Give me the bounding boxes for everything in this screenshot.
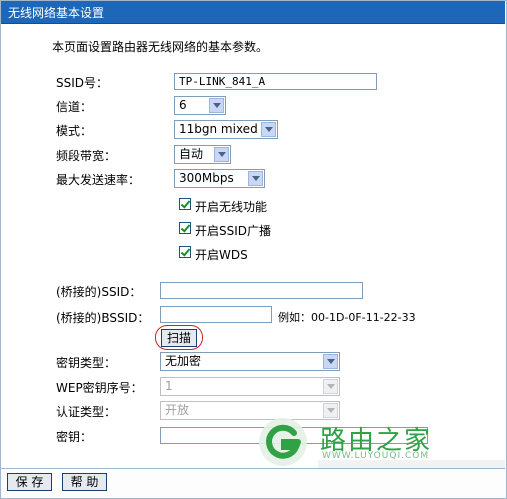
max-rate-value: 300Mbps bbox=[179, 171, 234, 185]
wireless-enable-checkbox[interactable] bbox=[179, 198, 191, 210]
wep-index-value: 1 bbox=[165, 379, 173, 393]
mode-label: 模式： bbox=[56, 124, 93, 138]
bssid-example-text: 例如：00-1D-0F-11-22-33 bbox=[278, 311, 416, 324]
watermark-url: WWW.LUYOUQI.COM bbox=[322, 451, 430, 461]
chevron-down-icon[interactable] bbox=[214, 147, 229, 162]
ssid-broadcast-checkbox[interactable] bbox=[179, 222, 191, 234]
bridge-ssid-input[interactable] bbox=[160, 282, 363, 299]
bandwidth-label: 频段带宽： bbox=[56, 149, 117, 163]
mode-select[interactable]: 11bgn mixed bbox=[174, 120, 278, 139]
auth-type-select[interactable]: 开放 bbox=[160, 401, 340, 420]
key-label: 密钥： bbox=[56, 430, 93, 444]
wireless-enable-label: 开启无线功能 bbox=[195, 200, 268, 214]
bridge-bssid-input[interactable] bbox=[160, 306, 272, 323]
auth-type-value: 开放 bbox=[165, 403, 190, 417]
max-rate-label: 最大发送速率： bbox=[56, 173, 141, 187]
save-button[interactable]: 保 存 bbox=[7, 473, 52, 491]
wep-index-select[interactable]: 1 bbox=[160, 377, 340, 396]
help-button[interactable]: 帮 助 bbox=[62, 473, 107, 491]
chevron-down-icon[interactable] bbox=[248, 171, 263, 186]
channel-value: 6 bbox=[179, 98, 187, 112]
mode-value: 11bgn mixed bbox=[179, 122, 258, 136]
wds-enable-label: 开启WDS bbox=[195, 248, 248, 262]
wds-enable-checkbox[interactable] bbox=[179, 246, 191, 258]
ssid-label: SSID号： bbox=[56, 76, 109, 90]
intro-text: 本页面设置路由器无线网络的基本参数。 bbox=[52, 40, 269, 54]
chevron-down-icon[interactable] bbox=[323, 403, 338, 418]
auth-type-label: 认证类型： bbox=[56, 405, 117, 419]
key-type-select[interactable]: 无加密 bbox=[160, 352, 340, 371]
chevron-down-icon[interactable] bbox=[261, 122, 276, 137]
channel-label: 信道： bbox=[56, 100, 93, 114]
bridge-bssid-label: (桥接的)BSSID： bbox=[56, 311, 150, 325]
title-bar: 无线网络基本设置 bbox=[1, 1, 505, 24]
bridge-ssid-label: (桥接的)SSID： bbox=[56, 285, 142, 299]
ssid-input[interactable]: TP-LINK_841_A bbox=[174, 73, 377, 90]
max-rate-select[interactable]: 300Mbps bbox=[174, 169, 265, 188]
channel-select[interactable]: 6 bbox=[174, 96, 226, 115]
bandwidth-value: 自动 bbox=[179, 147, 204, 161]
key-type-value: 无加密 bbox=[165, 354, 202, 368]
chevron-down-icon[interactable] bbox=[323, 379, 338, 394]
ssid-broadcast-label: 开启SSID广播 bbox=[195, 224, 272, 238]
chevron-down-icon[interactable] bbox=[209, 98, 224, 113]
bandwidth-select[interactable]: 自动 bbox=[174, 145, 231, 164]
chevron-down-icon[interactable] bbox=[323, 354, 338, 369]
router-home-logo-icon bbox=[259, 418, 307, 466]
key-type-label: 密钥类型： bbox=[56, 356, 117, 370]
scan-button[interactable]: 扫描 bbox=[161, 329, 197, 347]
wep-index-label: WEP密钥序号： bbox=[56, 381, 143, 395]
page-title: 无线网络基本设置 bbox=[8, 6, 105, 20]
